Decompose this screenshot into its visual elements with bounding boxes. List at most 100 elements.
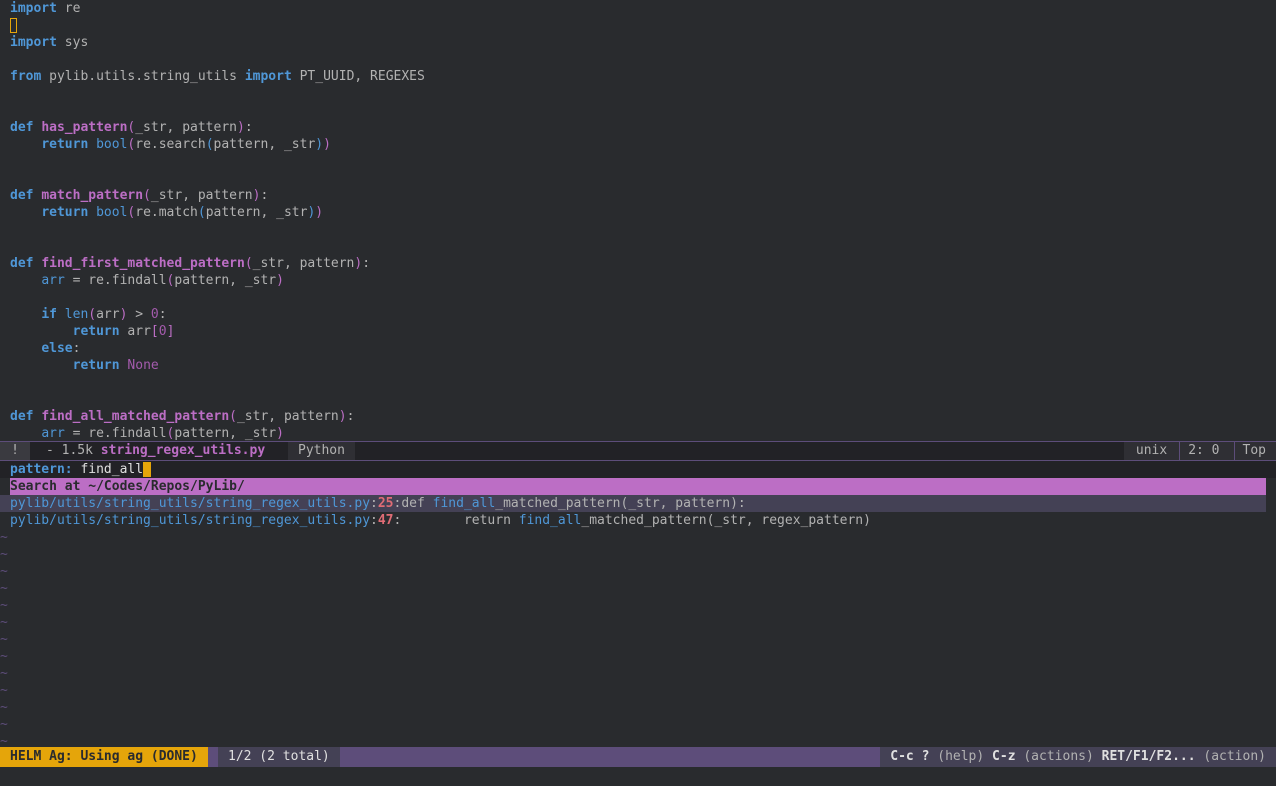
empty-line-marker: ~ <box>0 717 8 732</box>
code-token: re <box>56 1 81 16</box>
code-token: ) <box>315 137 324 152</box>
code-line[interactable]: import re <box>0 0 1276 17</box>
major-mode[interactable]: Python <box>288 442 355 460</box>
code-token: import <box>10 1 57 16</box>
code-line[interactable]: else: <box>0 340 1276 357</box>
code-line[interactable]: return arr[0] <box>0 323 1276 340</box>
code-line[interactable] <box>0 289 1276 306</box>
code-line[interactable] <box>0 374 1276 391</box>
code-token: ( <box>88 307 97 322</box>
result-item[interactable]: pylib/utils/string_utils/string_regex_ut… <box>0 495 1266 512</box>
code-line[interactable]: arr = re.findall(pattern, _str) <box>0 425 1276 441</box>
code-token: ) <box>315 205 324 220</box>
empty-line-marker: ~ <box>0 598 8 613</box>
mode-line-right: unix 2: 0 Top <box>1123 442 1276 460</box>
code-line[interactable]: def find_all_matched_pattern(_str, patte… <box>0 408 1276 425</box>
code-token: 0 <box>158 324 167 339</box>
result-item[interactable]: pylib/utils/string_utils/string_regex_ut… <box>0 512 1266 529</box>
code-token: re.match <box>135 205 198 220</box>
helm-panel: pattern: find_all Search at ~/Codes/Repo… <box>0 461 1276 750</box>
code-token: _str, pattern <box>135 120 237 135</box>
actions-desc: (actions) <box>1015 749 1102 764</box>
code-line[interactable]: from pylib.utils.string_utils import PT_… <box>0 68 1276 85</box>
code-token: bool <box>96 137 128 152</box>
code-token: > <box>127 307 151 322</box>
code-token: return <box>41 205 89 220</box>
result-line: 25 <box>377 496 394 511</box>
code-token: : <box>72 341 81 356</box>
code-token: _str, pattern <box>236 409 339 424</box>
code-line[interactable]: import sys <box>0 34 1276 51</box>
code-token: return <box>41 137 89 152</box>
code-token: pattern, _str <box>174 426 277 441</box>
search-input[interactable]: find_all <box>80 462 143 477</box>
code-line[interactable]: return bool(re.search(pattern, _str)) <box>0 136 1276 153</box>
code-token: arr <box>41 426 65 441</box>
code-token: find_first_matched_pattern <box>41 256 245 271</box>
code-token: : <box>244 120 253 135</box>
mode-line: ! - 1.5k string_regex_utils.py Python un… <box>0 441 1276 461</box>
code-editor[interactable]: import re import sys from pylib.utils.stri… <box>0 0 1276 441</box>
code-line[interactable]: arr = re.findall(pattern, _str) <box>0 272 1276 289</box>
code-line[interactable]: def find_first_matched_pattern(_str, pat… <box>0 255 1276 272</box>
code-token: ) <box>323 137 331 152</box>
helm-prompt[interactable]: pattern: find_all <box>0 461 1276 478</box>
empty-line-marker: ~ <box>0 649 8 664</box>
code-line[interactable]: def match_pattern(_str, pattern): <box>0 187 1276 204</box>
result-before: def <box>401 496 433 511</box>
code-line[interactable] <box>0 51 1276 68</box>
code-token: ] <box>166 324 175 339</box>
helm-source-header: Search at ~/Codes/Repos/PyLib/ <box>10 478 1266 495</box>
empty-line-marker: ~ <box>0 547 8 562</box>
code-token: ) <box>276 426 284 441</box>
code-line[interactable]: return bool(re.match(pattern, _str)) <box>0 204 1276 221</box>
code-token: ( <box>229 409 237 424</box>
code-token: sys <box>56 35 89 50</box>
result-separator: : <box>370 513 378 528</box>
code-token: ) <box>338 409 347 424</box>
code-line[interactable] <box>0 17 1276 34</box>
empty-line-marker: ~ <box>0 632 8 647</box>
code-token: ( <box>205 137 214 152</box>
code-token: : <box>362 256 371 271</box>
code-line[interactable] <box>0 391 1276 408</box>
code-token: _str, pattern <box>150 188 253 203</box>
code-token: arr <box>41 273 65 288</box>
empty-line-marker: ~ <box>0 683 8 698</box>
code-line[interactable]: return None <box>0 357 1276 374</box>
code-token: ) <box>276 273 284 288</box>
code-token: def <box>10 256 34 271</box>
code-token: = re.findall <box>64 426 167 441</box>
code-line[interactable] <box>0 102 1276 119</box>
code-line[interactable] <box>0 85 1276 102</box>
code-line[interactable] <box>0 153 1276 170</box>
code-line[interactable] <box>0 170 1276 187</box>
candidate-count: 1/2 (2 total) <box>218 747 340 767</box>
results-list: pylib/utils/string_utils/string_regex_ut… <box>0 495 1276 529</box>
code-line[interactable]: if len(arr) > 0: <box>0 306 1276 323</box>
code-line[interactable]: def has_pattern(_str, pattern): <box>0 119 1276 136</box>
result-after: _matched_pattern(_str, pattern): <box>495 496 746 511</box>
result-before: return <box>401 513 519 528</box>
code-line[interactable] <box>0 238 1276 255</box>
helm-mode-line: HELM Ag: Using ag (DONE) 1/2 (2 total) C… <box>0 747 1276 767</box>
code-token: if <box>41 307 57 322</box>
code-token: return <box>72 358 120 373</box>
buffer-size: - 1.5k <box>46 443 101 458</box>
empty-line-marker: ~ <box>0 615 8 630</box>
buffer-name[interactable]: string_regex_utils.py <box>101 443 265 458</box>
code-token: from <box>10 69 42 84</box>
code-token: ( <box>143 188 151 203</box>
code-token: def <box>10 188 34 203</box>
result-line: 47 <box>377 513 394 528</box>
result-path: pylib/utils/string_utils/string_regex_ut… <box>10 496 371 511</box>
code-token: PT_UUID, REGEXES <box>291 69 425 84</box>
code-line[interactable] <box>0 221 1276 238</box>
prompt-label: pattern: <box>10 462 81 477</box>
code-token: pylib.utils.string_utils <box>41 69 245 84</box>
